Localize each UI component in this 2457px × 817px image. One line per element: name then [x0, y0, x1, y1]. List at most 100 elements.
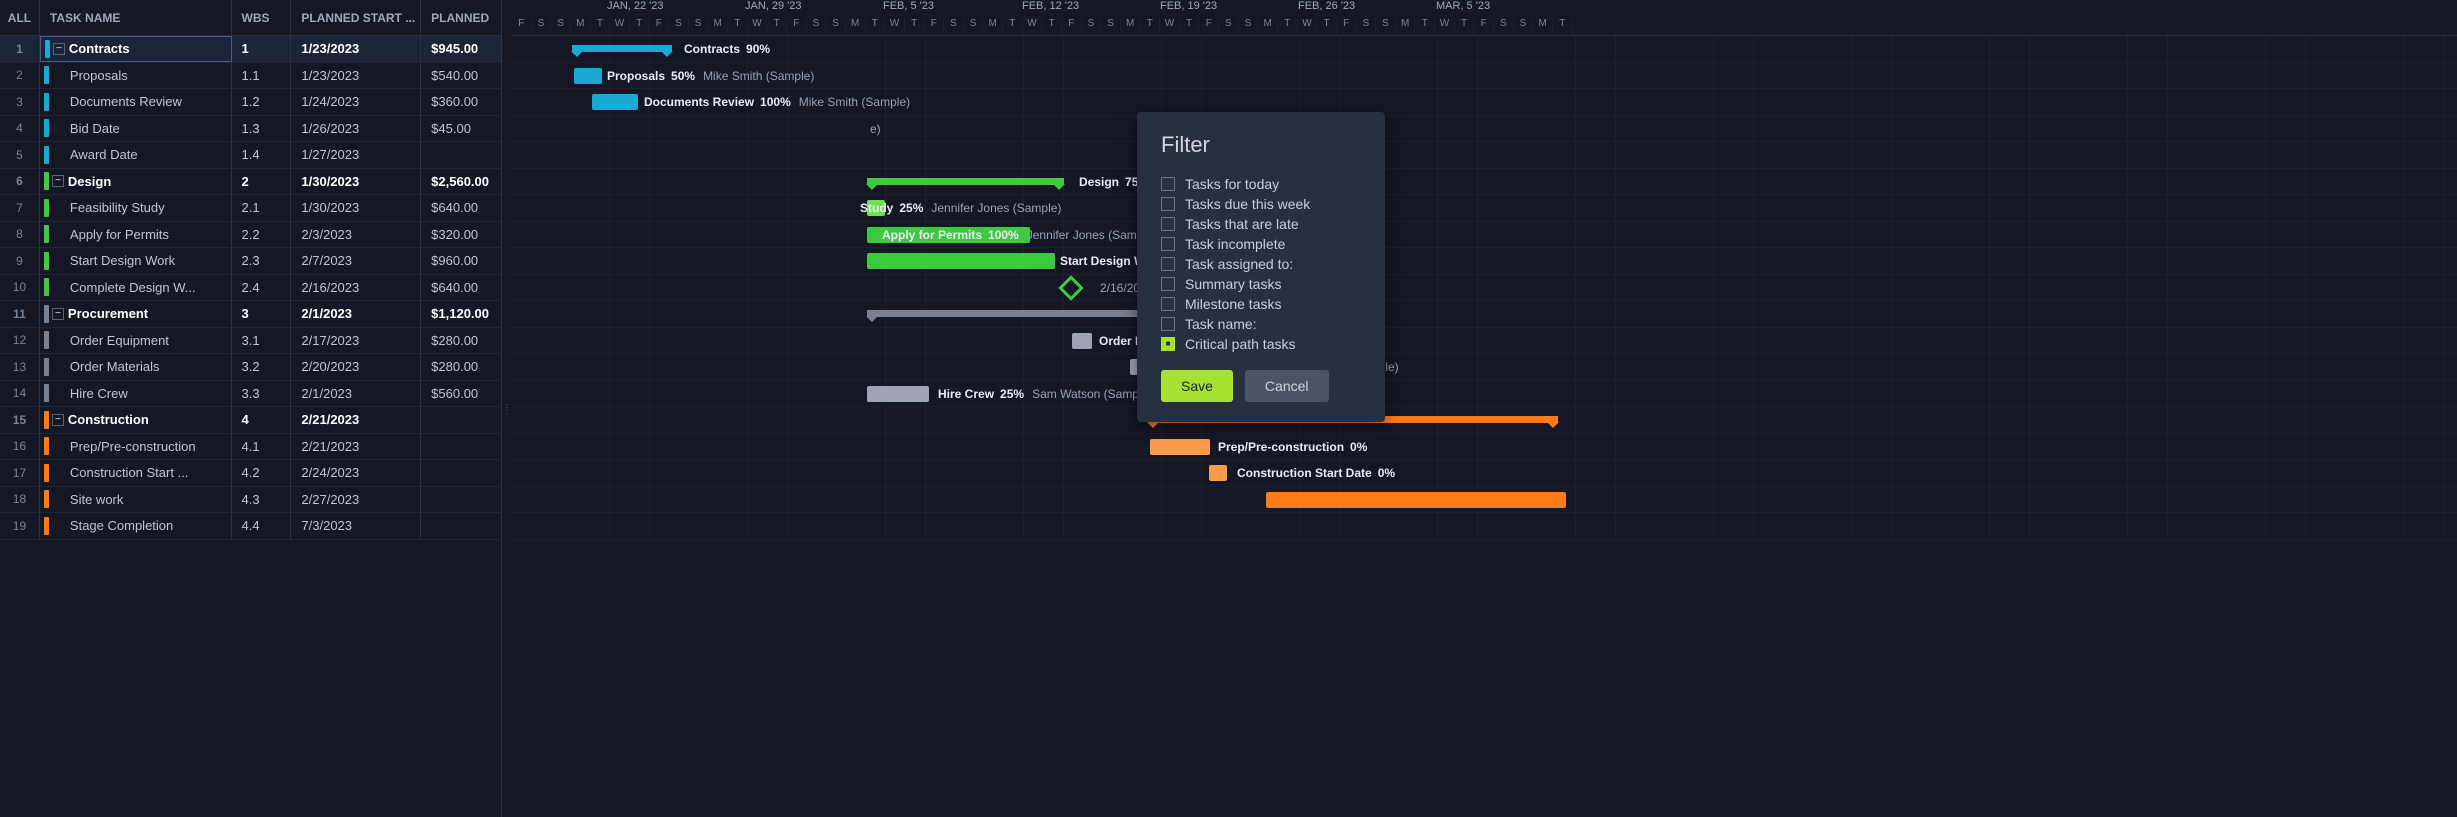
grid-row[interactable]: 2Proposals1.11/23/2023$540.00 [0, 63, 501, 90]
checkbox-icon[interactable] [1161, 177, 1175, 191]
cell-wbs[interactable]: 4 [232, 407, 292, 433]
checkbox-icon[interactable] [1161, 197, 1175, 211]
gantt-bar[interactable] [1150, 439, 1210, 455]
grid-row[interactable]: 1−Contracts11/23/2023$945.00 [0, 36, 501, 63]
grid-row[interactable]: 8Apply for Permits2.22/3/2023$320.00 [0, 222, 501, 249]
cell-start[interactable]: 1/30/2023 [291, 169, 421, 195]
cell-start[interactable]: 2/7/2023 [291, 248, 421, 274]
task-name-cell[interactable]: Apply for Permits [40, 222, 232, 248]
cell-start[interactable]: 2/21/2023 [291, 434, 421, 460]
cell-cost[interactable] [421, 460, 501, 486]
filter-option[interactable]: Task incomplete [1161, 236, 1361, 252]
cell-start[interactable]: 1/23/2023 [291, 36, 421, 62]
panel-splitter[interactable]: ⋮⋮ [502, 0, 512, 817]
cancel-button[interactable]: Cancel [1245, 370, 1329, 402]
cell-cost[interactable]: $280.00 [421, 328, 501, 354]
cell-wbs[interactable]: 3.3 [232, 381, 292, 407]
cell-cost[interactable]: $45.00 [421, 116, 501, 142]
grid-row[interactable]: 17Construction Start ...4.22/24/2023 [0, 460, 501, 487]
gantt-bar[interactable] [592, 94, 638, 110]
col-header-name[interactable]: TASK NAME [40, 0, 232, 35]
grid-row[interactable]: 13Order Materials3.22/20/2023$280.00 [0, 354, 501, 381]
cell-wbs[interactable]: 2.3 [232, 248, 292, 274]
cell-wbs[interactable]: 3 [232, 301, 292, 327]
cell-cost[interactable]: $640.00 [421, 195, 501, 221]
cell-wbs[interactable]: 4.3 [232, 487, 292, 513]
cell-cost[interactable]: $2,560.00 [421, 169, 501, 195]
grid-row[interactable]: 18Site work4.32/27/2023 [0, 487, 501, 514]
cell-cost[interactable] [421, 487, 501, 513]
task-name-cell[interactable]: Proposals [40, 63, 232, 89]
cell-wbs[interactable]: 2.2 [232, 222, 292, 248]
gantt-bar[interactable] [574, 68, 602, 84]
filter-option[interactable]: Tasks that are late [1161, 216, 1361, 232]
cell-cost[interactable]: $1,120.00 [421, 301, 501, 327]
grid-row[interactable]: 7Feasibility Study2.11/30/2023$640.00 [0, 195, 501, 222]
grid-row[interactable]: 12Order Equipment3.12/17/2023$280.00 [0, 328, 501, 355]
task-name-cell[interactable]: Order Equipment [40, 328, 232, 354]
grid-row[interactable]: 3Documents Review1.21/24/2023$360.00 [0, 89, 501, 116]
task-name-cell[interactable]: Hire Crew [40, 381, 232, 407]
task-name-cell[interactable]: Site work [40, 487, 232, 513]
grid-row[interactable]: 11−Procurement32/1/2023$1,120.00 [0, 301, 501, 328]
cell-start[interactable]: 1/24/2023 [291, 89, 421, 115]
gantt-body[interactable]: Contracts90%Proposals50%Mike Smith (Samp… [512, 36, 2457, 540]
filter-option[interactable]: Critical path tasks [1161, 336, 1361, 352]
filter-option[interactable]: Summary tasks [1161, 276, 1361, 292]
cell-start[interactable]: 2/1/2023 [291, 301, 421, 327]
cell-wbs[interactable]: 3.2 [232, 354, 292, 380]
grid-row[interactable]: 9Start Design Work2.32/7/2023$960.00 [0, 248, 501, 275]
task-name-cell[interactable]: Feasibility Study [40, 195, 232, 221]
checkbox-icon[interactable] [1161, 297, 1175, 311]
cell-wbs[interactable]: 1.2 [232, 89, 292, 115]
checkbox-icon[interactable] [1161, 257, 1175, 271]
collapse-icon[interactable]: − [52, 175, 64, 187]
cell-wbs[interactable]: 4.1 [232, 434, 292, 460]
cell-start[interactable]: 2/3/2023 [291, 222, 421, 248]
checkbox-icon[interactable] [1161, 277, 1175, 291]
filter-option[interactable]: Task assigned to: [1161, 256, 1361, 272]
gantt-bar[interactable] [867, 310, 1150, 317]
checkbox-icon[interactable] [1161, 217, 1175, 231]
task-name-cell[interactable]: −Construction [40, 407, 232, 433]
grid-row[interactable]: 6−Design21/30/2023$2,560.00 [0, 169, 501, 196]
col-header-wbs[interactable]: WBS [232, 0, 292, 35]
cell-cost[interactable]: $640.00 [421, 275, 501, 301]
gantt-bar[interactable] [1072, 333, 1092, 349]
grid-row[interactable]: 14Hire Crew3.32/1/2023$560.00 [0, 381, 501, 408]
task-name-cell[interactable]: Construction Start ... [40, 460, 232, 486]
cell-wbs[interactable]: 1.1 [232, 63, 292, 89]
gantt-bar[interactable] [1058, 275, 1083, 300]
filter-option[interactable]: Tasks for today [1161, 176, 1361, 192]
gantt-bar[interactable] [1266, 492, 1566, 508]
task-name-cell[interactable]: Order Materials [40, 354, 232, 380]
grid-row[interactable]: 5Award Date1.41/27/2023 [0, 142, 501, 169]
col-header-all[interactable]: ALL [0, 0, 40, 35]
collapse-icon[interactable]: − [52, 308, 64, 320]
task-name-cell[interactable]: Documents Review [40, 89, 232, 115]
gantt-bar[interactable] [867, 178, 1064, 185]
cell-start[interactable]: 1/26/2023 [291, 116, 421, 142]
cell-start[interactable]: 1/27/2023 [291, 142, 421, 168]
checkbox-icon[interactable] [1161, 317, 1175, 331]
task-name-cell[interactable]: Start Design Work [40, 248, 232, 274]
cell-cost[interactable] [421, 513, 501, 539]
task-name-cell[interactable]: Bid Date [40, 116, 232, 142]
gantt-bar[interactable] [572, 45, 672, 52]
col-header-start[interactable]: PLANNED START ... [291, 0, 421, 35]
task-name-cell[interactable]: Complete Design W... [40, 275, 232, 301]
cell-start[interactable]: 2/16/2023 [291, 275, 421, 301]
cell-start[interactable]: 2/1/2023 [291, 381, 421, 407]
grid-row[interactable]: 15−Construction42/21/2023 [0, 407, 501, 434]
gantt-bar[interactable] [1209, 465, 1227, 481]
cell-wbs[interactable]: 1.3 [232, 116, 292, 142]
cell-start[interactable]: 2/27/2023 [291, 487, 421, 513]
cell-cost[interactable] [421, 142, 501, 168]
grid-row[interactable]: 16Prep/Pre-construction4.12/21/2023 [0, 434, 501, 461]
cell-cost[interactable] [421, 407, 501, 433]
collapse-icon[interactable]: − [52, 414, 64, 426]
cell-cost[interactable]: $960.00 [421, 248, 501, 274]
gantt-bar[interactable] [867, 386, 929, 402]
grid-row[interactable]: 19Stage Completion4.47/3/2023 [0, 513, 501, 540]
filter-option[interactable]: Milestone tasks [1161, 296, 1361, 312]
